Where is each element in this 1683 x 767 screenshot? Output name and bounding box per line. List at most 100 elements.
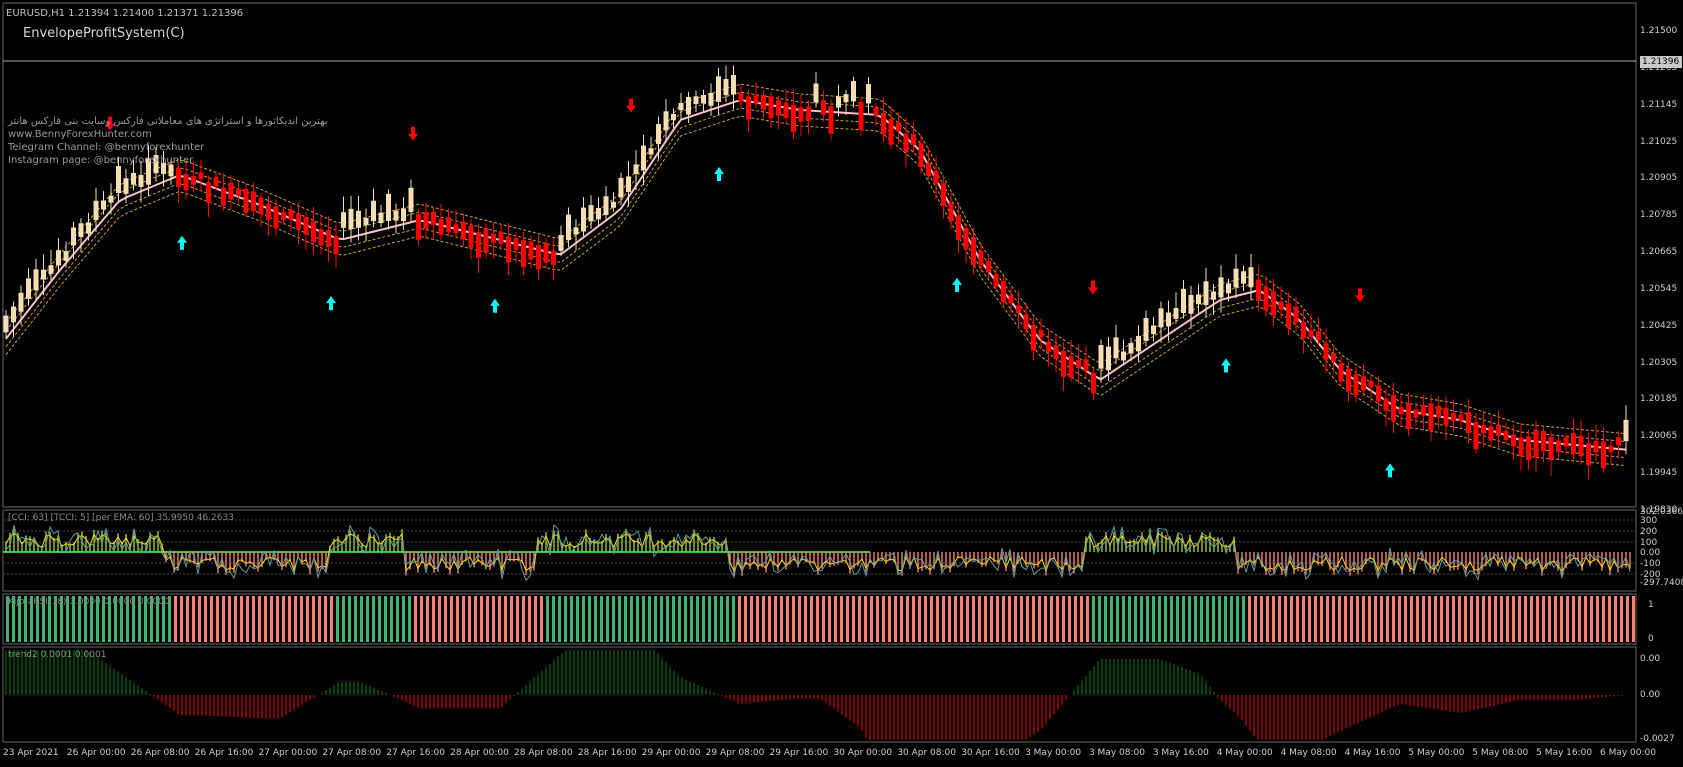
candle-body: [633, 164, 639, 175]
rsi-bar: [1518, 596, 1521, 642]
price-axis-tick: 1.21025: [1640, 136, 1678, 147]
rsi-bar: [618, 596, 621, 642]
candle-body: [1511, 434, 1516, 447]
rsi-bar: [1476, 596, 1479, 642]
candle-body: [791, 104, 796, 133]
rsi-bar: [1386, 596, 1389, 642]
rsi-bar: [1098, 596, 1101, 642]
rsi-bar: [1032, 596, 1035, 642]
rsi-bar: [1626, 596, 1629, 642]
candle-body: [1038, 329, 1044, 338]
rsi-bar: [444, 596, 447, 642]
main-price-panel[interactable]: [2, 2, 1637, 508]
candle-body: [266, 204, 271, 221]
time-axis-tick: 30 Apr 00:00: [833, 748, 893, 758]
rsi-bar: [1266, 596, 1269, 642]
rsi-bar: [636, 596, 639, 642]
candle-body: [33, 269, 39, 291]
candle-body: [78, 223, 84, 238]
candle-body: [1068, 355, 1074, 378]
rsi-bar: [354, 596, 357, 642]
rsi-bar: [450, 596, 453, 642]
rsi-bar: [360, 596, 363, 642]
rsi-bar: [1608, 596, 1611, 642]
rsi-bar: [1338, 596, 1341, 642]
candle-body: [806, 106, 811, 121]
candle-body: [551, 250, 556, 265]
candle-body: [1346, 368, 1351, 392]
candle-body: [101, 200, 106, 210]
rsi-bar: [366, 596, 369, 642]
rsi-bar: [1548, 596, 1551, 642]
trend-axis-tick: 0.00: [1640, 654, 1661, 664]
rsi-bar: [1260, 596, 1263, 642]
rsi-bar: [1176, 596, 1179, 642]
rsi-bar: [480, 596, 483, 642]
trend-panel[interactable]: [2, 646, 1637, 743]
rsi-bar: [1110, 596, 1113, 642]
rsi-bar: [234, 596, 237, 642]
candle-body: [363, 218, 369, 226]
rsi-bar: [1038, 596, 1041, 642]
rsi-bar: [1506, 596, 1509, 642]
rsi-bar: [192, 596, 195, 642]
candle-body: [708, 92, 714, 106]
candle-body: [296, 213, 301, 230]
candle-body: [1458, 414, 1464, 422]
candle-body: [431, 211, 436, 225]
rsi-bar: [906, 596, 909, 642]
rsi-bar: [1188, 596, 1191, 642]
rsi-bar: [1020, 596, 1023, 642]
rsi-bar: [564, 596, 567, 642]
cci-axis-tick: 300: [1640, 516, 1658, 526]
candle-body: [731, 74, 736, 95]
time-axis-tick: 23 Apr 2021: [3, 748, 59, 758]
rsi-bar: [780, 596, 783, 642]
cci-axis-tick: 0.00: [1640, 548, 1661, 558]
rsi-bar: [534, 596, 537, 642]
rsi-bar: [402, 596, 405, 642]
rsi-bar: [528, 596, 531, 642]
rsi-bar: [180, 596, 183, 642]
candle-body: [303, 217, 309, 235]
rsi-bar: [474, 596, 477, 642]
candle-body: [198, 172, 204, 179]
rsi-bar: [540, 596, 543, 642]
candle-body: [206, 182, 211, 203]
candle-body: [1406, 402, 1411, 430]
rsi-bar: [1572, 596, 1575, 642]
time-axis-tick: 26 Apr 16:00: [194, 748, 254, 758]
candle-body: [858, 101, 864, 130]
rsi-bar: [318, 596, 321, 642]
candle-body: [1316, 331, 1321, 341]
candle-body: [236, 188, 241, 196]
candle-body: [41, 269, 46, 280]
time-axis-tick: 5 May 08:00: [1472, 748, 1529, 758]
rsi-bar: [888, 596, 891, 642]
rsi-bar: [276, 596, 279, 642]
rsi-bar: [582, 596, 585, 642]
rsi-bar: [1494, 596, 1497, 642]
candle-body: [1338, 363, 1344, 382]
candle-body: [813, 83, 819, 103]
rsi-bar: [942, 596, 945, 642]
trend-axis-tick: 0.00: [1640, 690, 1661, 700]
candle-body: [1308, 330, 1314, 337]
trend-axis-tick: -0.0027: [1640, 734, 1675, 744]
candle-body: [881, 112, 886, 135]
candle-body: [401, 208, 406, 222]
rsi-bar: [828, 596, 831, 642]
candle-body: [108, 195, 114, 203]
rsi-bar: [624, 596, 627, 642]
rsi-bar: [1092, 596, 1095, 642]
price-axis-tick: 1.21500: [1640, 26, 1678, 36]
candle-body: [483, 228, 489, 253]
rsi-bar: [834, 596, 837, 642]
price-axis-tick: 1.20305: [1640, 357, 1678, 368]
rsi-bar: [1302, 596, 1305, 642]
rsi-bar: [1440, 596, 1443, 642]
candle-body: [1128, 343, 1134, 354]
rsi-bar: [1350, 596, 1353, 642]
cci-axis-tick: -297.7408: [1640, 578, 1683, 588]
candle-body: [311, 221, 316, 242]
